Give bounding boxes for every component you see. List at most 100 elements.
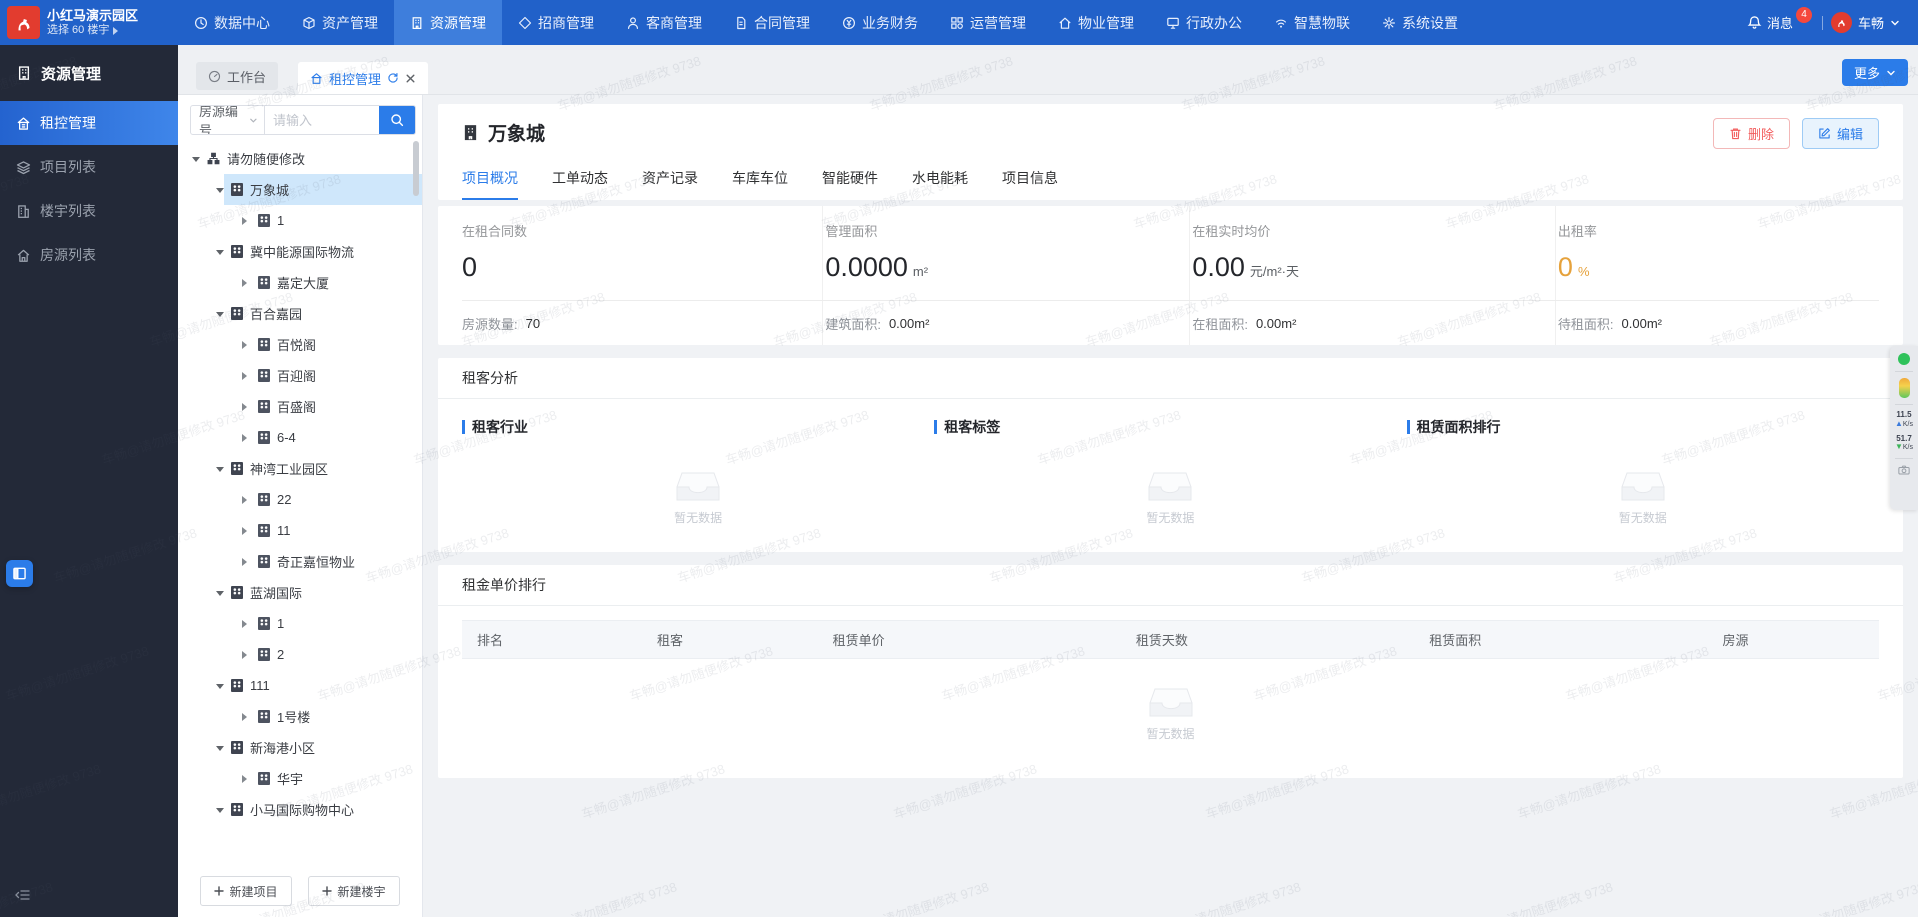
- caret-down-icon[interactable]: [216, 590, 224, 600]
- tree-node-building[interactable]: 11: [178, 515, 422, 546]
- search-input[interactable]: [265, 106, 379, 134]
- caret-right-icon[interactable]: [242, 402, 251, 411]
- nav-item-property[interactable]: 物业管理: [1042, 0, 1150, 45]
- tree-node-project[interactable]: 冀中能源国际物流: [178, 236, 422, 267]
- search-button[interactable]: [379, 106, 415, 134]
- sidebar-item-room-list[interactable]: 房源列表: [0, 233, 178, 277]
- system-monitor-widget[interactable]: 11.5 ▲K/s 51.7 ▼K/s: [1890, 346, 1918, 510]
- building-icon: [258, 648, 270, 661]
- tree-node-building[interactable]: 华宇: [178, 763, 422, 794]
- tab-asset-records[interactable]: 资产记录: [642, 158, 698, 200]
- caret-down-icon[interactable]: [216, 683, 224, 693]
- navbar-right: 消息 4 车畅: [1747, 6, 1918, 33]
- tree-scrollbar[interactable]: [413, 141, 419, 196]
- caret-right-icon[interactable]: [242, 216, 251, 225]
- panel-title: 租客标签: [944, 419, 1001, 435]
- tree-node-building[interactable]: 6-4: [178, 422, 422, 453]
- tab-workbench[interactable]: 工作台: [196, 62, 279, 90]
- nav-item-resource-mgmt[interactable]: 资源管理: [394, 0, 502, 45]
- caret-down-icon[interactable]: [216, 249, 224, 259]
- caret-down-icon[interactable]: [192, 156, 200, 166]
- tree-node-building[interactable]: 1: [178, 205, 422, 236]
- nav-item-merchant[interactable]: 客商管理: [610, 0, 718, 45]
- tree-node-building[interactable]: 1号楼: [178, 701, 422, 732]
- tree-node-building[interactable]: 百悦阁: [178, 329, 422, 360]
- caret-right-icon[interactable]: [242, 371, 251, 380]
- divider: [1895, 371, 1913, 372]
- new-building-button[interactable]: 新建楼宇: [308, 876, 400, 906]
- tree-node-project[interactable]: 蓝湖国际: [178, 577, 422, 608]
- caret-right-icon[interactable]: [242, 619, 251, 628]
- tree-node-building[interactable]: 奇正嘉恒物业: [178, 546, 422, 577]
- tree-node-project[interactable]: 万象城: [178, 174, 422, 205]
- floating-panel-button[interactable]: [6, 560, 33, 587]
- sidebar-item-project-list[interactable]: 项目列表: [0, 145, 178, 189]
- edit-button[interactable]: 编辑: [1801, 118, 1879, 149]
- tree-node-root[interactable]: 请勿随便修改: [178, 143, 422, 174]
- coin-icon: [842, 16, 856, 29]
- nav-item-iot[interactable]: 智慧物联: [1258, 0, 1366, 45]
- caret-down-icon[interactable]: [216, 187, 224, 197]
- caret-down-icon[interactable]: [216, 807, 224, 817]
- tree-node-building[interactable]: 百迎阁: [178, 360, 422, 391]
- search-field-select[interactable]: 房源编号: [191, 106, 265, 134]
- tree-node-project[interactable]: 新海港小区: [178, 732, 422, 763]
- tree-node-project[interactable]: 111: [178, 670, 422, 701]
- nav-item-asset-mgmt[interactable]: 资产管理: [286, 0, 394, 45]
- tab-project-overview[interactable]: 项目概况: [462, 158, 518, 200]
- caret-down-icon[interactable]: [216, 311, 224, 321]
- clock-icon: [194, 16, 208, 29]
- building-icon: [258, 400, 270, 413]
- new-project-button[interactable]: 新建项目: [200, 876, 292, 906]
- nav-item-data-center[interactable]: 数据中心: [178, 0, 286, 45]
- tree-node-building[interactable]: 嘉定大厦: [178, 267, 422, 298]
- user-menu[interactable]: 车畅: [1830, 12, 1900, 33]
- building-icon: [258, 710, 270, 723]
- empty-box-icon: [1149, 688, 1192, 717]
- tab-rent-control[interactable]: 租控管理: [298, 62, 429, 94]
- nav-item-operations[interactable]: 运营管理: [934, 0, 1042, 45]
- close-tab-icon[interactable]: [405, 73, 416, 84]
- tree-node-project[interactable]: 小马国际购物中心: [178, 794, 422, 825]
- logo-block[interactable]: 小红马演示园区 选择 60 楼宇: [0, 6, 178, 39]
- caret-right-icon[interactable]: [242, 712, 251, 721]
- refresh-icon[interactable]: [387, 72, 399, 84]
- caret-right-icon[interactable]: [242, 774, 251, 783]
- sidebar-item-building-list[interactable]: 楼宇列表: [0, 189, 178, 233]
- nav-item-finance[interactable]: 业务财务: [826, 0, 934, 45]
- more-button[interactable]: 更多: [1841, 59, 1908, 86]
- tree-node-project[interactable]: 百合嘉园: [178, 298, 422, 329]
- caret-right-icon[interactable]: [242, 340, 251, 349]
- sidebar-item-label: 项目列表: [40, 159, 96, 175]
- tree-node-building[interactable]: 1: [178, 608, 422, 639]
- tree-node-project[interactable]: 神湾工业园区: [178, 453, 422, 484]
- caret-right-icon[interactable]: [242, 526, 251, 535]
- nav-item-contract[interactable]: 合同管理: [718, 0, 826, 45]
- delete-button[interactable]: 删除: [1712, 118, 1790, 149]
- tab-smart-hardware[interactable]: 智能硬件: [822, 158, 878, 200]
- caret-right-icon[interactable]: [242, 557, 251, 566]
- park-selector[interactable]: 选择 60 楼宇: [47, 24, 138, 38]
- nav-label: 资源管理: [430, 14, 486, 31]
- tree-node-building[interactable]: 22: [178, 484, 422, 515]
- download-unit: K/s: [1902, 444, 1914, 452]
- nav-item-settings[interactable]: 系统设置: [1366, 0, 1474, 45]
- caret-right-icon[interactable]: [242, 495, 251, 504]
- sidebar-item-rent-control[interactable]: 租控管理: [0, 101, 178, 145]
- caret-down-icon[interactable]: [216, 466, 224, 476]
- tree-node-building[interactable]: 百盛阁: [178, 391, 422, 422]
- caret-right-icon[interactable]: [242, 433, 251, 442]
- nav-item-investment[interactable]: 招商管理: [502, 0, 610, 45]
- tab-garage-parking[interactable]: 车库车位: [732, 158, 788, 200]
- camera-icon[interactable]: [1898, 465, 1910, 475]
- nav-item-admin-office[interactable]: 行政办公: [1150, 0, 1258, 45]
- sidebar-collapse-button[interactable]: [14, 888, 30, 905]
- caret-down-icon[interactable]: [216, 745, 224, 755]
- tab-utilities[interactable]: 水电能耗: [912, 158, 968, 200]
- messages-button[interactable]: 消息 4: [1747, 6, 1814, 32]
- caret-right-icon[interactable]: [242, 650, 251, 659]
- tab-project-info[interactable]: 项目信息: [1002, 158, 1058, 200]
- tab-workorder-activity[interactable]: 工单动态: [552, 158, 608, 200]
- caret-right-icon[interactable]: [242, 278, 251, 287]
- tree-node-building[interactable]: 2: [178, 639, 422, 670]
